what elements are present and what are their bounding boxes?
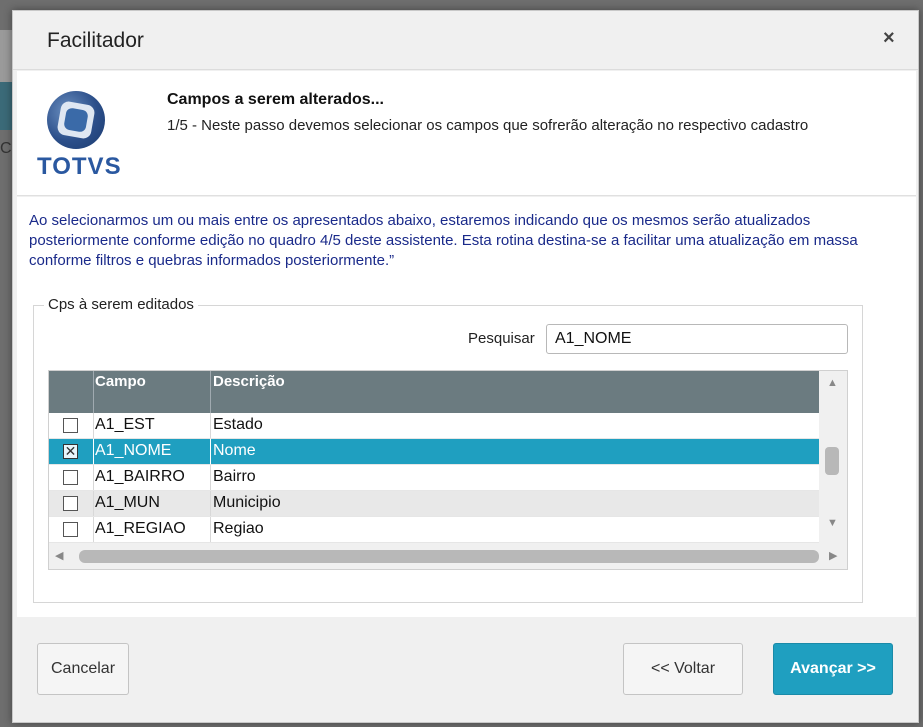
- step-title: Campos a serem alterados...: [167, 91, 384, 108]
- search-input[interactable]: [546, 324, 848, 354]
- column-header-campo[interactable]: Campo: [93, 371, 211, 413]
- row-checkbox[interactable]: [63, 470, 78, 485]
- dialog-footer: Cancelar << Voltar Avançar >>: [13, 619, 918, 722]
- table-row-selected[interactable]: ✕ A1_NOME Nome: [49, 439, 819, 465]
- scroll-right-icon[interactable]: ▶: [829, 549, 837, 562]
- row-checkbox[interactable]: [63, 496, 78, 511]
- vertical-scrollbar[interactable]: ▲ ▼: [819, 371, 847, 543]
- column-header-check[interactable]: [49, 371, 94, 413]
- close-icon[interactable]: ×: [883, 27, 895, 50]
- dialog-title: Facilitador: [47, 29, 144, 52]
- cell-campo: A1_MUN: [95, 494, 160, 511]
- next-button[interactable]: Avançar >>: [773, 643, 893, 695]
- fields-group: Cps à serem editados Pesquisar Campo Des…: [33, 296, 863, 603]
- cell-campo: A1_EST: [95, 416, 155, 433]
- scroll-down-icon[interactable]: ▼: [827, 517, 838, 529]
- step-header: TOTVS Campos a serem alterados... 1/5 - …: [17, 71, 916, 196]
- scroll-up-icon[interactable]: ▲: [827, 377, 838, 389]
- grid-cell-divider: [93, 491, 94, 516]
- table-row[interactable]: A1_BAIRRO Bairro: [49, 465, 819, 491]
- intro-text: Ao selecionarmos um ou mais entre os apr…: [29, 212, 858, 269]
- column-header-descricao-label: Descrição: [213, 373, 285, 390]
- background-panel: [0, 30, 12, 82]
- grid-cell-divider: [93, 517, 94, 542]
- row-checkbox[interactable]: [63, 418, 78, 433]
- grid-cell-divider: [210, 413, 211, 438]
- table-row[interactable]: A1_EST Estado: [49, 413, 819, 439]
- grid-cell-divider: [210, 465, 211, 490]
- background-text: C: [0, 140, 12, 157]
- body-panel: Ao selecionarmos um ou mais entre os apr…: [17, 197, 916, 617]
- horizontal-scroll-thumb[interactable]: [79, 550, 819, 563]
- logo-text: TOTVS: [37, 153, 122, 180]
- horizontal-scrollbar[interactable]: ◀ ▶: [49, 543, 847, 569]
- fields-grid: Campo Descrição A1_EST Estado ✕ A1_NOME: [48, 370, 848, 570]
- cell-campo: A1_BAIRRO: [95, 468, 185, 485]
- fields-group-legend: Cps à serem editados: [44, 296, 198, 313]
- totvs-logo: TOTVS: [35, 87, 125, 180]
- column-header-campo-label: Campo: [95, 373, 146, 390]
- grid-cell-divider: [93, 439, 94, 464]
- cell-descricao: Bairro: [213, 468, 256, 485]
- vertical-scroll-thumb[interactable]: [825, 447, 839, 475]
- grid-rows: A1_EST Estado ✕ A1_NOME Nome A1_BAIRRO B…: [49, 413, 819, 543]
- search-label: Pesquisar: [468, 330, 535, 347]
- column-header-descricao[interactable]: Descrição: [211, 371, 819, 413]
- grid-cell-divider: [210, 491, 211, 516]
- step-description: 1/5 - Neste passo devemos selecionar os …: [167, 117, 809, 134]
- row-checkbox-checked[interactable]: ✕: [63, 444, 78, 459]
- cell-descricao: Municipio: [213, 494, 281, 511]
- cancel-button[interactable]: Cancelar: [37, 643, 129, 695]
- grid-cell-divider: [93, 465, 94, 490]
- cell-campo: A1_NOME: [95, 442, 172, 459]
- background-accent: [0, 82, 12, 130]
- scroll-left-icon[interactable]: ◀: [55, 549, 63, 562]
- cell-campo: A1_REGIAO: [95, 520, 186, 537]
- back-button[interactable]: << Voltar: [623, 643, 743, 695]
- title-bar: Facilitador ×: [13, 11, 918, 70]
- cell-descricao: Estado: [213, 416, 263, 433]
- grid-cell-divider: [210, 439, 211, 464]
- cell-descricao: Nome: [213, 442, 256, 459]
- grid-cell-divider: [93, 413, 94, 438]
- table-row[interactable]: A1_REGIAO Regiao: [49, 517, 819, 543]
- cell-descricao: Regiao: [213, 520, 264, 537]
- row-checkbox[interactable]: [63, 522, 78, 537]
- grid-cell-divider: [210, 517, 211, 542]
- grid-header: Campo Descrição: [49, 371, 819, 413]
- logo-shape-inner: [63, 107, 89, 133]
- table-row[interactable]: A1_MUN Municipio: [49, 491, 819, 517]
- facilitador-dialog: Facilitador × TOTVS Campos a serem alter…: [12, 10, 919, 723]
